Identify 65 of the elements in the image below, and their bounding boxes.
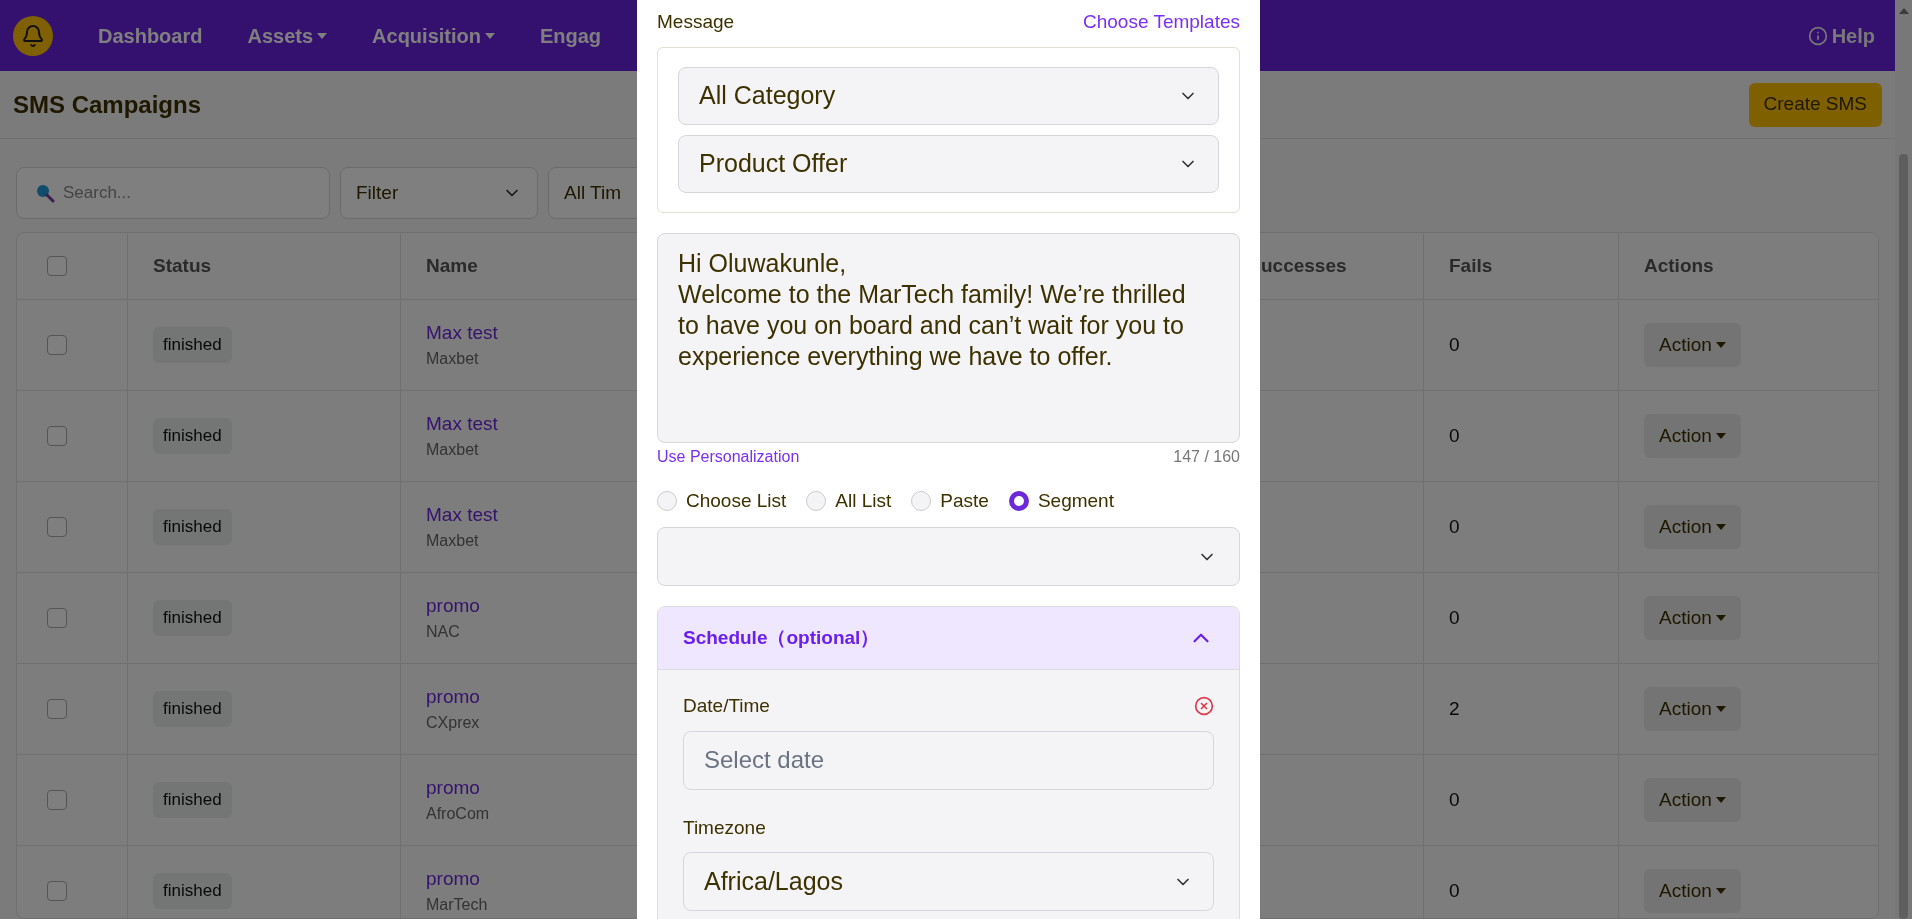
nav-link[interactable]: Acquisition	[372, 20, 495, 51]
schedule-header[interactable]: Schedule（optional）	[658, 607, 1239, 670]
campaign-owner: CXprex	[426, 713, 480, 734]
category-select[interactable]: All Category	[678, 66, 1219, 125]
nav-link[interactable]: Engag	[539, 20, 602, 51]
timezone-label: Timezone	[683, 815, 767, 840]
campaign-name-link[interactable]: promo	[426, 773, 480, 803]
fails-count: 0	[1449, 423, 1460, 448]
status-badge: finished	[153, 600, 232, 636]
fails-count: 0	[1449, 787, 1460, 812]
choose-templates-link[interactable]: Choose Templates	[1082, 8, 1240, 37]
campaign-owner: Maxbet	[426, 349, 479, 370]
filter-select[interactable]: Filter	[340, 167, 538, 220]
column-header: uccesses	[1261, 253, 1347, 278]
template-select[interactable]: Product Offer	[678, 134, 1219, 193]
fails-count: 0	[1449, 514, 1460, 539]
campaign-owner: MarTech	[426, 895, 488, 916]
status-badge: finished	[153, 873, 232, 909]
status-badge: finished	[153, 327, 232, 363]
status-badge: finished	[153, 418, 232, 454]
action-dropdown-button[interactable]: Action	[1644, 687, 1741, 732]
action-dropdown-button[interactable]: Action	[1644, 596, 1741, 641]
column-header: Status	[153, 253, 212, 278]
campaign-name-link[interactable]: promo	[426, 591, 480, 621]
action-dropdown-button[interactable]: Action	[1644, 869, 1741, 914]
action-dropdown-button[interactable]: Action	[1644, 414, 1741, 459]
character-counter: 147 / 160	[1173, 446, 1240, 467]
campaign-owner: AfroCom	[426, 804, 490, 825]
recipient-radio[interactable]: Paste	[911, 486, 989, 515]
recipient-radio[interactable]: Choose List	[657, 486, 787, 515]
status-badge: finished	[153, 782, 232, 818]
campaign-owner: Maxbet	[426, 440, 479, 461]
recipient-radio[interactable]: All List	[806, 486, 892, 515]
campaign-name-link[interactable]: Max test	[426, 500, 498, 530]
create-sms-button[interactable]: Create SMS	[1748, 82, 1882, 127]
date-field[interactable]: Select date	[683, 730, 1214, 790]
message-field[interactable]: Hi Oluwakunle, Welcome to the MarTech family! We’re thrilled to have you on board and can’t wait for you to experience everything we have to offer.	[657, 232, 1240, 443]
nav-link[interactable]: Assets	[247, 20, 328, 51]
help-link[interactable]: Help	[1807, 20, 1875, 51]
campaign-name-link[interactable]: promo	[426, 682, 480, 712]
status-badge: finished	[153, 509, 232, 545]
action-dropdown-button[interactable]: Action	[1644, 323, 1741, 368]
campaign-owner: Maxbet	[426, 531, 479, 552]
recipient-radio[interactable]: Segment	[1008, 486, 1114, 515]
timezone-select[interactable]: Africa/Lagos	[683, 852, 1214, 911]
message-label: Message	[657, 10, 735, 34]
column-header: Name	[426, 253, 478, 278]
action-dropdown-button[interactable]: Action	[1644, 505, 1741, 550]
nav-link[interactable]: Dashboard	[98, 20, 203, 51]
campaign-owner: NAC	[426, 622, 460, 643]
use-personalization-link[interactable]: Use Personalization	[657, 444, 800, 469]
fails-count: 0	[1449, 332, 1460, 357]
column-header: Actions	[1644, 253, 1714, 278]
campaign-name-link[interactable]: Max test	[426, 318, 498, 348]
status-badge: finished	[153, 691, 232, 727]
fails-count: 0	[1449, 605, 1460, 630]
column-header: Fails	[1449, 253, 1493, 278]
fails-count: 0	[1449, 878, 1460, 903]
search-field[interactable]: Search...	[16, 167, 330, 220]
page-title: SMS Campaigns	[13, 89, 202, 120]
action-dropdown-button[interactable]: Action	[1644, 778, 1741, 823]
date-time-label: Date/Time	[683, 694, 770, 718]
campaign-name-link[interactable]: Max test	[426, 409, 498, 439]
fails-count: 2	[1449, 696, 1460, 721]
campaign-name-link[interactable]: promo	[426, 864, 480, 894]
